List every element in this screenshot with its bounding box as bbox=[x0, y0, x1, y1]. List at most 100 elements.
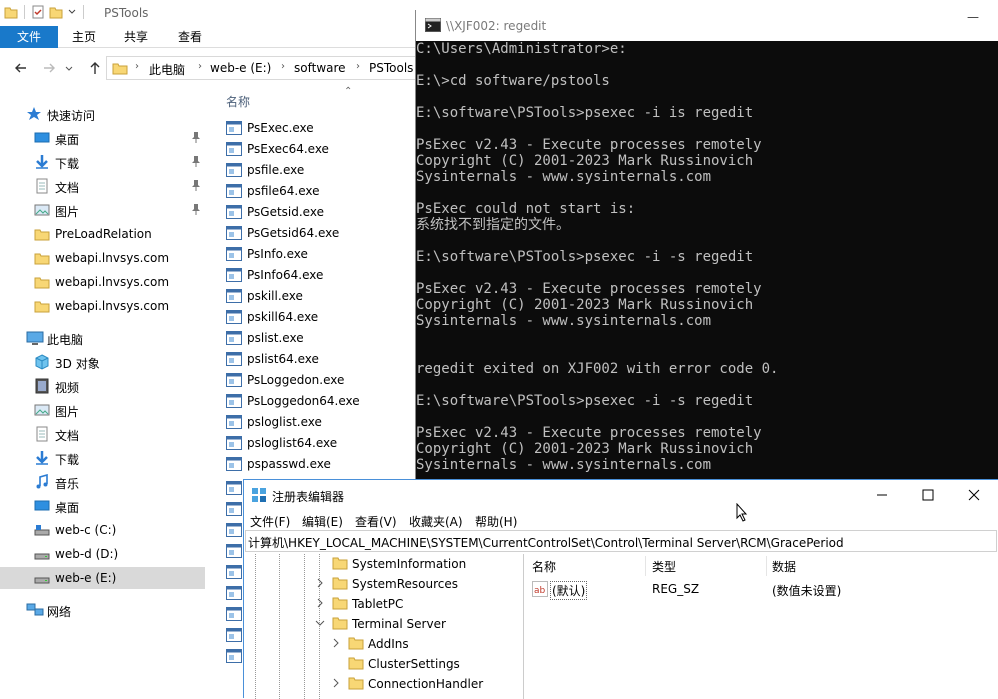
regedit-title: 注册表编辑器 bbox=[272, 490, 345, 504]
file-row[interactable]: PsGetsid64.exe bbox=[226, 223, 416, 244]
nav-item-folder[interactable]: webapi.lnvsys.com bbox=[0, 247, 205, 269]
file-row[interactable]: psloglist.exe bbox=[226, 412, 416, 433]
nav-item-desktop[interactable]: 桌面 bbox=[0, 127, 205, 149]
file-row[interactable]: pskill.exe bbox=[226, 286, 416, 307]
file-row[interactable]: PsLoggedon64.exe bbox=[226, 391, 416, 412]
pin-icon[interactable] bbox=[190, 131, 202, 143]
menu-view[interactable]: 查看(V) bbox=[355, 513, 397, 530]
console-title: \\XJF002: regedit bbox=[446, 19, 547, 33]
file-row[interactable]: pslist.exe bbox=[226, 328, 416, 349]
column-header-name[interactable]: 名称 bbox=[532, 558, 556, 575]
up-arrow-icon[interactable] bbox=[87, 60, 103, 76]
nav-item-3d-objects[interactable]: 3D 对象 bbox=[0, 351, 205, 373]
nav-item-drive[interactable]: web-e (E:) bbox=[0, 567, 205, 589]
folder-icon bbox=[34, 226, 50, 242]
breadcrumb-pstools[interactable]: PSTools bbox=[369, 61, 413, 75]
column-header-type[interactable]: 类型 bbox=[652, 558, 676, 575]
nav-item-documents[interactable]: 文档 bbox=[0, 175, 205, 197]
nav-item-drive-c[interactable]: web-c (C:) bbox=[0, 519, 205, 541]
nav-item-download[interactable]: 下载 bbox=[0, 447, 205, 469]
tab-share[interactable]: 共享 bbox=[112, 26, 160, 48]
file-row[interactable]: pslist64.exe bbox=[226, 349, 416, 370]
console-line: E:\>cd software/pstools bbox=[416, 73, 610, 89]
minimize-button[interactable] bbox=[859, 480, 905, 510]
console-output[interactable]: C:\Users\Administrator>e: E:\>cd software… bbox=[416, 41, 998, 480]
nav-quick-access[interactable]: 快速访问 bbox=[0, 103, 205, 125]
tree-node[interactable]: ConnectionHandler bbox=[244, 674, 523, 694]
nav-item-folder[interactable]: PreLoadRelation bbox=[0, 223, 205, 245]
nav-network[interactable]: 网络 bbox=[0, 599, 205, 621]
file-row[interactable]: psloglist64.exe bbox=[226, 433, 416, 454]
nav-item-pictures[interactable]: 图片 bbox=[0, 399, 205, 421]
nav-item-folder[interactable]: webapi.lnvsys.com bbox=[0, 271, 205, 293]
nav-this-pc[interactable]: 此电脑 bbox=[0, 327, 205, 349]
menu-file[interactable]: 文件(F) bbox=[250, 513, 290, 530]
tree-node[interactable]: AddIns bbox=[244, 634, 523, 654]
column-header-name[interactable]: 名称 bbox=[226, 93, 250, 110]
value-name[interactable]: (默认) bbox=[550, 581, 588, 600]
file-row[interactable]: psfile64.exe bbox=[226, 181, 416, 202]
documents-icon bbox=[34, 426, 50, 442]
nav-item-music[interactable]: 音乐 bbox=[0, 471, 205, 493]
close-button[interactable] bbox=[951, 480, 997, 510]
chevron-right-icon[interactable] bbox=[331, 678, 341, 688]
tab-home[interactable]: 主页 bbox=[60, 26, 108, 48]
tree-node[interactable]: ClusterSettings bbox=[244, 654, 523, 674]
customize-quick-access-icon[interactable] bbox=[67, 5, 77, 19]
tree-node[interactable]: Terminal Server bbox=[244, 614, 523, 634]
minimize-button[interactable]: — bbox=[953, 10, 993, 30]
tab-view[interactable]: 查看 bbox=[166, 26, 214, 48]
tree-node[interactable]: SystemInformation bbox=[244, 554, 523, 574]
menu-favorites[interactable]: 收藏夹(A) bbox=[409, 513, 463, 530]
sort-ascending-icon: ⌃ bbox=[344, 86, 353, 97]
new-folder-icon[interactable] bbox=[49, 5, 63, 19]
tree-node[interactable]: SystemResources bbox=[244, 574, 523, 594]
forward-arrow-icon[interactable] bbox=[41, 60, 57, 76]
tab-file[interactable]: 文件 bbox=[0, 26, 58, 48]
breadcrumb-software[interactable]: software bbox=[294, 61, 346, 75]
properties-icon[interactable] bbox=[31, 5, 45, 19]
file-row[interactable]: PsExec.exe bbox=[226, 118, 416, 139]
file-row[interactable]: PsInfo.exe bbox=[226, 244, 416, 265]
console-line: PsExec v2.43 - Execute processes remotel… bbox=[416, 281, 762, 297]
registry-address-bar[interactable]: 计算机\HKEY_LOCAL_MACHINE\SYSTEM\CurrentCon… bbox=[245, 530, 997, 552]
nav-item-drive[interactable]: web-d (D:) bbox=[0, 543, 205, 565]
chevron-right-icon[interactable] bbox=[315, 578, 325, 588]
file-row[interactable]: PsExec64.exe bbox=[226, 139, 416, 160]
chevron-right-icon[interactable] bbox=[331, 638, 341, 648]
file-row[interactable]: PsLoggedon.exe bbox=[226, 370, 416, 391]
file-name: psloglist.exe bbox=[247, 415, 322, 429]
file-row[interactable]: PsGetsid.exe bbox=[226, 202, 416, 223]
maximize-button[interactable] bbox=[905, 480, 951, 510]
breadcrumb-drive-e[interactable]: web-e (E:) bbox=[210, 61, 271, 75]
back-arrow-icon[interactable] bbox=[13, 60, 29, 76]
folder-icon bbox=[34, 250, 50, 266]
address-bar[interactable]: › 此电脑 › web-e (E:) › software › PSTools bbox=[106, 56, 420, 80]
nav-item-folder[interactable]: webapi.lnvsys.com bbox=[0, 295, 205, 317]
tree-node[interactable]: TabletPC bbox=[244, 594, 523, 614]
executable-icon bbox=[226, 415, 242, 429]
file-row[interactable]: pspasswd.exe bbox=[226, 454, 416, 475]
nav-item-download[interactable]: 下载 bbox=[0, 151, 205, 173]
menu-help[interactable]: 帮助(H) bbox=[475, 513, 517, 530]
menu-edit[interactable]: 编辑(E) bbox=[302, 513, 343, 530]
file-row[interactable]: psfile.exe bbox=[226, 160, 416, 181]
nav-item-label: 下载 bbox=[55, 157, 80, 171]
folder-icon[interactable] bbox=[4, 5, 18, 19]
nav-item-label: 桌面 bbox=[55, 501, 80, 515]
pin-icon[interactable] bbox=[190, 203, 202, 215]
nav-item-desktop[interactable]: 桌面 bbox=[0, 495, 205, 517]
regedit-icon bbox=[251, 487, 267, 503]
pin-icon[interactable] bbox=[190, 179, 202, 191]
pin-icon[interactable] bbox=[190, 155, 202, 167]
nav-item-pictures[interactable]: 图片 bbox=[0, 199, 205, 221]
nav-item-documents[interactable]: 文档 bbox=[0, 423, 205, 445]
chevron-right-icon[interactable] bbox=[315, 598, 325, 608]
breadcrumb-this-pc[interactable]: 此电脑 bbox=[149, 61, 185, 78]
file-row[interactable]: PsInfo64.exe bbox=[226, 265, 416, 286]
chevron-down-icon[interactable] bbox=[315, 618, 325, 628]
nav-item-videos[interactable]: 视频 bbox=[0, 375, 205, 397]
column-header-data[interactable]: 数据 bbox=[772, 558, 796, 575]
recent-locations-chevron-icon[interactable] bbox=[64, 60, 74, 76]
file-row[interactable]: pskill64.exe bbox=[226, 307, 416, 328]
